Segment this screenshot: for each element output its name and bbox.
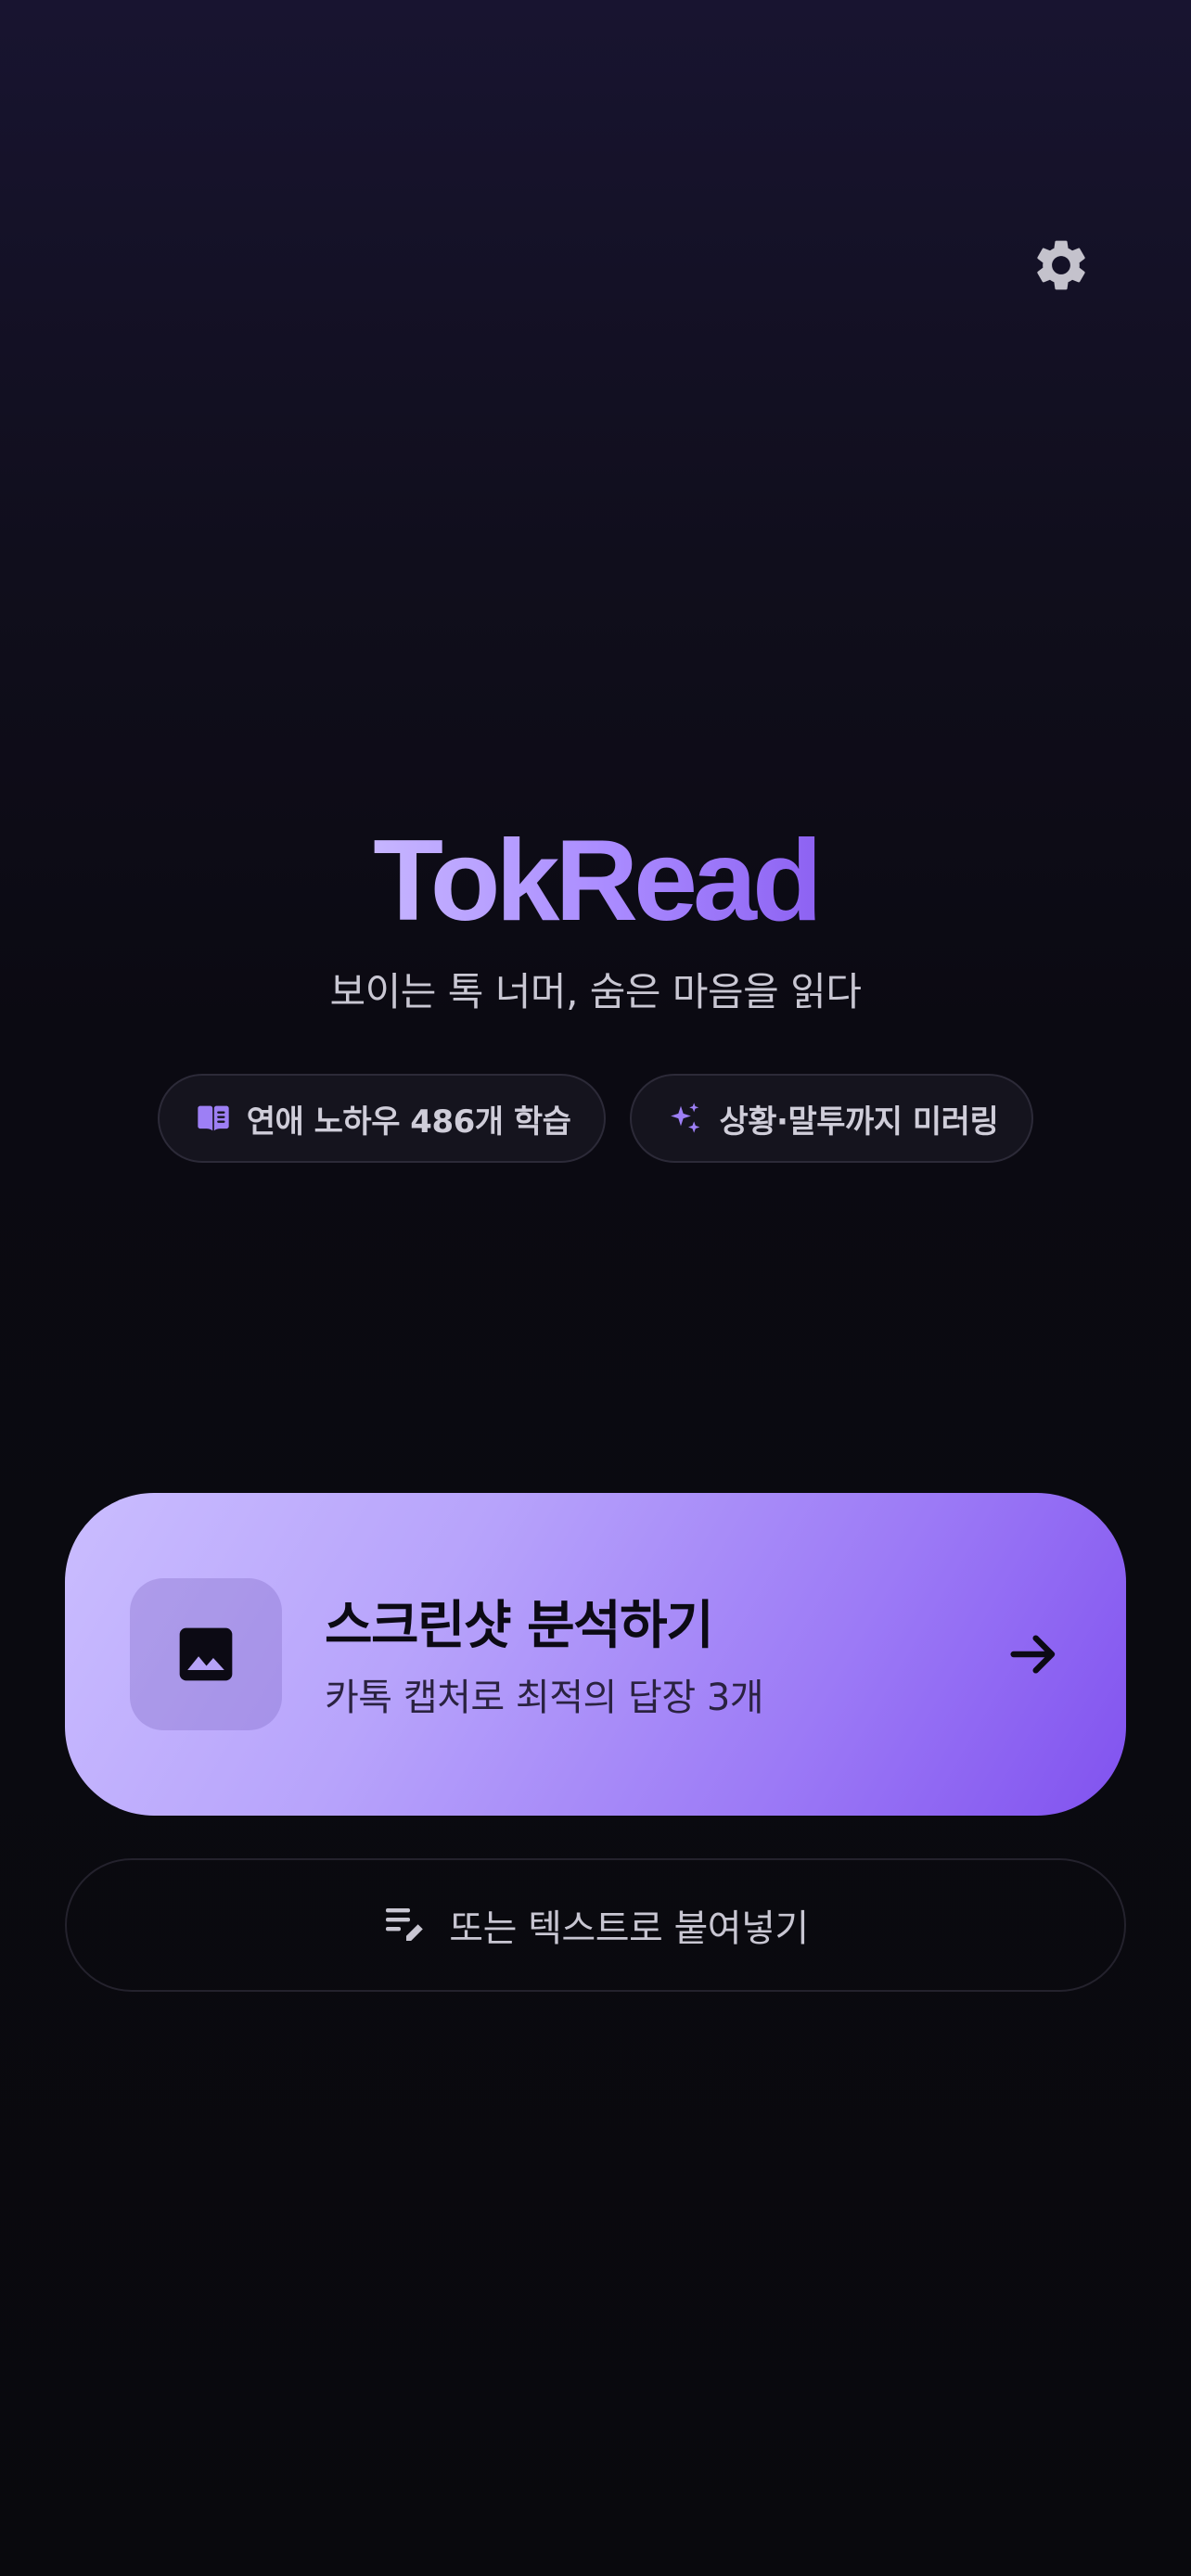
paste-text-label: 또는 텍스트로 붙여넣기 (449, 1907, 809, 1950)
edit-text-icon (386, 1908, 424, 1941)
gear-icon (1037, 240, 1085, 290)
chip-label: 연애 노하우 486개 학습 (246, 1103, 571, 1141)
analyze-screenshot-button[interactable]: 스크린샷 분석하기 카톡 캡처로 최적의 답장 3개 (65, 1493, 1126, 1816)
card-subtitle: 카톡 캡처로 최적의 답장 3개 (325, 1677, 764, 1719)
hero: TokRead 보이는 톡 너머, 숨은 마음을 읽다 (0, 807, 1191, 1017)
paste-text-button[interactable]: 또는 텍스트로 붙여넣기 (65, 1858, 1126, 1992)
card-icon-tile (130, 1578, 282, 1730)
tagline: 보이는 톡 너머, 숨은 마음을 읽다 (329, 969, 862, 1014)
chip-label: 상황·말투까지 미러링 (719, 1103, 999, 1141)
chip-mirroring: 상황·말투까지 미러링 (630, 1074, 1034, 1163)
arrow-right-icon (1010, 1635, 1056, 1674)
book-icon (198, 1105, 229, 1131)
settings-button[interactable] (1024, 228, 1098, 302)
card-title: 스크린샷 분석하기 (325, 1596, 714, 1656)
feature-chips: 연애 노하우 486개 학습 상황·말투까지 미러링 (0, 1074, 1191, 1163)
sparkle-icon (671, 1103, 700, 1133)
app-title: TokRead (373, 807, 822, 955)
image-icon (179, 1627, 233, 1681)
chip-knowhow: 연애 노하우 486개 학습 (157, 1074, 607, 1163)
